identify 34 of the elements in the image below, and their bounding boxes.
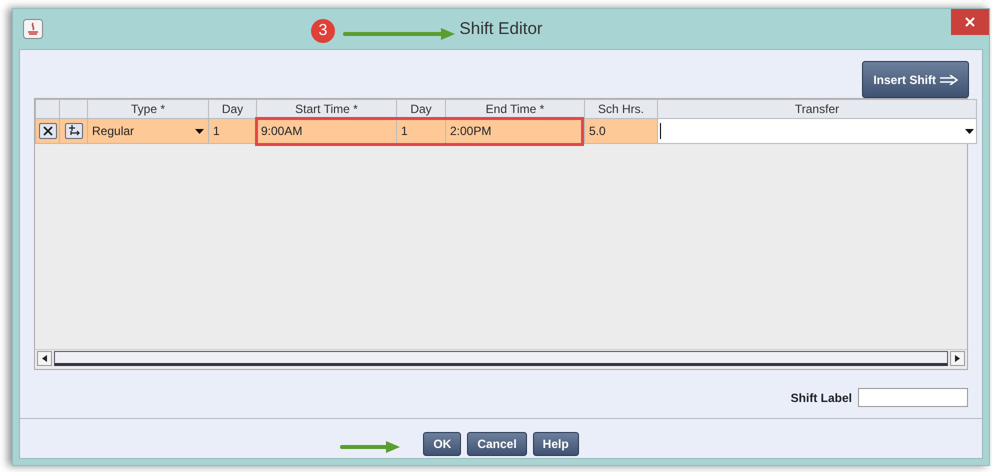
- window-title: Shift Editor: [459, 18, 543, 40]
- field-label: Shift Label: [790, 390, 852, 406]
- column-header: Type *: [88, 100, 208, 118]
- dialog-button[interactable]: Cancel: [467, 432, 527, 456]
- scroll-left-button[interactable]: [37, 351, 52, 366]
- shift-label-field[interactable]: [858, 388, 968, 407]
- step-badge: 3: [311, 19, 335, 43]
- column-header: Sch Hrs.: [584, 100, 658, 118]
- insert-shift-button[interactable]: Insert Shift: [862, 61, 969, 98]
- left-triangle-icon: [42, 355, 47, 362]
- app-icon: [23, 19, 43, 39]
- dropdown-arrow-icon: [195, 128, 204, 134]
- right-triangle-icon: [955, 355, 960, 362]
- column-header: Transfer: [658, 100, 976, 118]
- table-cell: 9:00AM: [256, 118, 396, 144]
- scroll-right-button[interactable]: [950, 351, 965, 366]
- pointer-arrow: [340, 440, 400, 453]
- close-icon: [965, 17, 975, 27]
- table-cell: 5.0: [584, 118, 658, 144]
- arrow-icon: [940, 74, 958, 84]
- column-header: Day: [208, 100, 256, 118]
- delete-icon[interactable]: [38, 123, 56, 139]
- table-cell: 1: [208, 118, 256, 144]
- dropdown-arrow-icon: [965, 128, 974, 134]
- column-header: Start Time *: [256, 100, 396, 118]
- table-cell: 1: [396, 118, 446, 144]
- scrollbar-thumb[interactable]: [54, 351, 948, 366]
- column-header: End Time *: [446, 100, 584, 118]
- insert-row-icon[interactable]: [64, 123, 82, 139]
- column-header: Day: [396, 100, 446, 118]
- dialog-button[interactable]: Help: [532, 432, 579, 456]
- dialog-button[interactable]: OK: [423, 432, 462, 456]
- close-button[interactable]: [951, 9, 989, 35]
- table-row[interactable]: Regular 1 9:00AM 1 2:00PM 5.0: [36, 118, 976, 144]
